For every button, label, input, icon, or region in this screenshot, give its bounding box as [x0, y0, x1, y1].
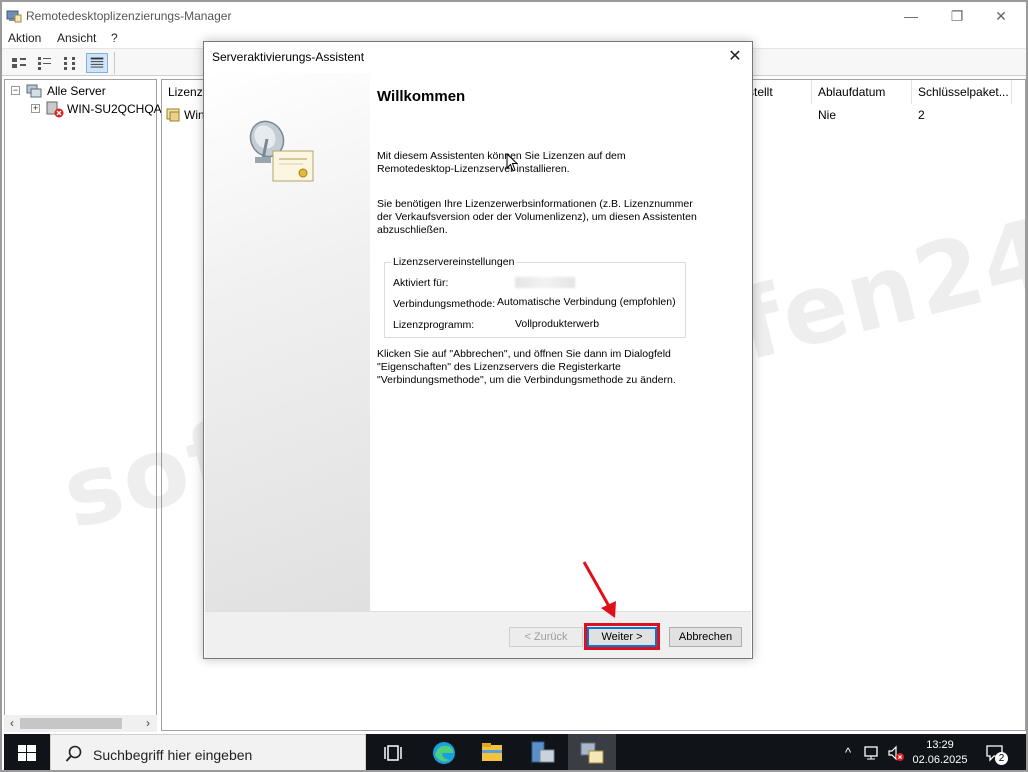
wizard-cancel-instructions: Klicken Sie auf "Abbrechen", und öffnen …: [377, 348, 676, 386]
back-button[interactable]: < Zurück: [509, 627, 583, 647]
row-ablaufdatum: Nie: [818, 108, 837, 122]
network-icon[interactable]: [863, 744, 881, 762]
taskbar: Suchbegriff hier eingeben ^ 13:29 02.06.…: [4, 734, 1026, 772]
show-hidden-icons-icon[interactable]: ^: [839, 744, 857, 762]
license-program-value: Vollprodukterwerb: [515, 318, 600, 330]
windows-start-icon[interactable]: [4, 734, 50, 772]
server-tree: − Alle Server + WIN-SU2QCHQA: [4, 79, 162, 731]
connection-method-value: Automatische Verbindung (empfohlen): [497, 296, 676, 308]
tree-horizontal-scrollbar[interactable]: ‹ ›: [4, 715, 157, 732]
wizard-heading: Willkommen: [377, 88, 466, 105]
menu-help[interactable]: ?: [111, 31, 118, 45]
volume-muted-icon[interactable]: [887, 744, 905, 762]
edge-browser-icon[interactable]: [420, 734, 468, 772]
app-window: Remotedesktoplizenzierungs-Manager — ❐ ✕…: [0, 0, 1028, 772]
close-button[interactable]: ✕: [978, 2, 1024, 30]
menu-ansicht[interactable]: Ansicht: [57, 31, 96, 45]
wizard-requirements-text: Sie benötigen Ihre Lizenzerwerbsinformat…: [377, 198, 697, 236]
title-bar: Remotedesktoplizenzierungs-Manager — ❐ ✕: [2, 2, 1026, 30]
clock-date: 02.06.2025: [912, 754, 968, 766]
search-icon: [65, 745, 82, 762]
minimize-button[interactable]: —: [888, 2, 934, 30]
taskbar-search-box[interactable]: Suchbegriff hier eingeben: [50, 734, 366, 770]
server-error-icon: [46, 101, 64, 118]
tree-label-all-servers: Alle Server: [47, 84, 106, 98]
file-explorer-icon[interactable]: [468, 734, 516, 772]
row-license-name[interactable]: Win: [184, 108, 205, 122]
license-manager-taskbar-icon[interactable]: [568, 734, 616, 772]
license-program-label: Lizenzprogramm:: [393, 319, 475, 331]
large-icons-view-icon[interactable]: [8, 53, 30, 73]
wizard-intro-text: Mit diesem Assistenten können Sie Lizenz…: [377, 150, 626, 175]
connection-method-label: Verbindungsmethode:: [393, 298, 496, 310]
scroll-left-icon[interactable]: ‹: [4, 715, 20, 732]
server-group-icon: [26, 84, 42, 98]
tree-item-server[interactable]: + WIN-SU2QCHQA: [5, 100, 162, 118]
mouse-cursor-icon: [506, 153, 519, 172]
clock-time: 13:29: [926, 739, 954, 751]
scrollbar-thumb[interactable]: [20, 718, 122, 729]
row-schluesselpaket: 2: [918, 108, 925, 122]
notification-count-badge: 2: [995, 752, 1008, 765]
taskbar-clock[interactable]: 13:29 02.06.2025: [908, 738, 972, 768]
license-server-settings-group: Lizenzservereinstellungen Aktiviert für:…: [384, 256, 686, 338]
cancel-button[interactable]: Abbrechen: [669, 627, 742, 647]
wizard-content: Willkommen Mit diesem Assistenten können…: [376, 73, 748, 611]
server-manager-icon[interactable]: [518, 734, 566, 772]
column-header-ablaufdatum[interactable]: Ablaufdatum: [812, 80, 912, 104]
satellite-certificate-icon: [249, 120, 314, 182]
details-view-icon[interactable]: [86, 53, 108, 73]
group-title: Lizenzservereinstellungen: [391, 256, 517, 268]
list-view-icon[interactable]: [60, 53, 82, 73]
column-header-schluesselpaket[interactable]: Schlüsselpaket...: [912, 80, 1012, 104]
small-icons-view-icon[interactable]: [34, 53, 56, 73]
maximize-button[interactable]: ❐: [934, 2, 980, 30]
search-placeholder: Suchbegriff hier eingeben: [93, 747, 253, 763]
collapse-icon[interactable]: −: [11, 86, 20, 95]
scroll-right-icon[interactable]: ›: [140, 715, 156, 732]
next-button-highlight: [584, 623, 660, 650]
dialog-title: Serveraktivierungs-Assistent: [212, 50, 365, 64]
wizard-side-panel: [205, 73, 370, 611]
activated-for-label: Aktiviert für:: [393, 277, 449, 289]
tree-item-all-servers[interactable]: − Alle Server: [5, 82, 155, 100]
window-title: Remotedesktoplizenzierungs-Manager: [26, 9, 232, 23]
annotation-arrow-icon: [582, 561, 616, 618]
notification-center-button[interactable]: 2: [982, 742, 1008, 765]
menu-aktion[interactable]: Aktion: [8, 31, 41, 45]
expand-icon[interactable]: +: [31, 104, 40, 113]
toolbar-separator: [114, 52, 115, 74]
dialog-close-button[interactable]: ✕: [722, 45, 748, 69]
activated-for-value-redacted: [515, 277, 575, 291]
task-view-icon[interactable]: [371, 734, 419, 772]
tree-label-server: WIN-SU2QCHQA: [67, 102, 162, 116]
license-pack-icon: [166, 108, 180, 122]
wizard-button-bar: < Zurück Weiter > Abbrechen: [205, 611, 751, 658]
license-manager-icon: [6, 10, 22, 23]
activation-wizard-dialog: Serveraktivierungs-Assistent ✕ Willkomme…: [203, 41, 753, 659]
